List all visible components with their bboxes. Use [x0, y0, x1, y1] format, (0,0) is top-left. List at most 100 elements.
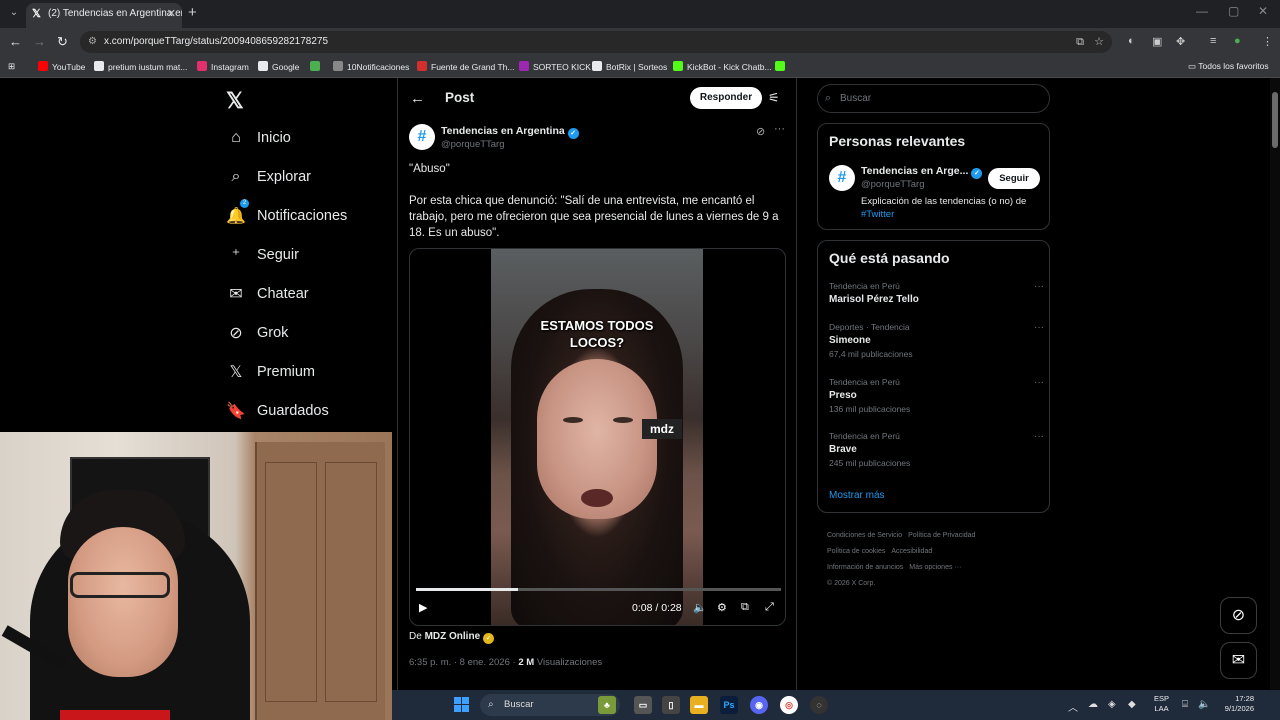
trend-more-icon[interactable]: ···	[1034, 322, 1044, 333]
bookmark-item[interactable]: BotRix | Sorteos	[592, 61, 667, 72]
bookmark-item[interactable]	[775, 61, 789, 72]
footer-link[interactable]: Política de Privacidad	[908, 532, 975, 539]
footer-link[interactable]: Más opciones ···	[909, 564, 961, 571]
photoshop-icon[interactable]: Ps	[720, 696, 738, 714]
relevant-name[interactable]: Tendencias en Arge... ✓	[861, 165, 983, 179]
bookmark-item[interactable]: Google	[258, 61, 299, 72]
reply-button[interactable]: Responder	[690, 87, 762, 109]
task-view-icon[interactable]: ▭	[634, 696, 652, 714]
url-bar[interactable]: ⚙ x.com/porqueTTarg/status/2009408659282…	[80, 31, 1112, 53]
file-explorer-icon[interactable]: ▬	[690, 696, 708, 714]
follow-button[interactable]: Seguir	[988, 168, 1040, 189]
app-2-icon[interactable]: ◌	[810, 696, 828, 714]
grok-icon[interactable]: ⊘	[756, 125, 765, 138]
tab-close-icon[interactable]: ✕	[167, 3, 176, 25]
windows-start-icon[interactable]	[454, 697, 469, 712]
trend-item[interactable]: Tendencia en Perú Marisol Pérez Tello ···	[829, 281, 1044, 308]
author-handle[interactable]: @porqueTTarg	[441, 139, 505, 150]
search-input[interactable]: ⌕ Buscar	[817, 84, 1050, 113]
play-icon[interactable]: ▶	[419, 601, 427, 614]
nav-item-inicio[interactable]: ⌂ Inicio	[226, 124, 291, 152]
author-avatar[interactable]: #	[409, 124, 435, 150]
site-info-icon[interactable]: ⚙	[88, 31, 97, 53]
install-icon[interactable]: ⧉	[1076, 31, 1084, 53]
nav-item-premium[interactable]: 𝕏 Premium	[226, 358, 315, 386]
network-icon[interactable]: ⌸	[1182, 699, 1188, 710]
settings-sliders-icon[interactable]: ⚟	[768, 90, 780, 106]
hashtag-link[interactable]: #Twitter	[861, 209, 894, 220]
maximize-icon[interactable]: ▢	[1228, 4, 1239, 18]
app-icon[interactable]: ▯	[662, 696, 680, 714]
apps-grid-icon[interactable]: ⊞	[8, 61, 15, 72]
bookmark-star-icon[interactable]: ☆	[1094, 31, 1104, 53]
video-progress-bar[interactable]	[416, 588, 781, 591]
media-icon[interactable]: ≡	[1210, 35, 1216, 47]
nav-item-explorar[interactable]: ⌕ Explorar	[226, 163, 311, 191]
fullscreen-icon[interactable]: ⤢	[765, 601, 774, 614]
nav-item-grok[interactable]: ⊘ Grok	[226, 319, 288, 347]
nav-item-notificaciones[interactable]: 🔔 2 Notificaciones	[226, 199, 347, 230]
all-bookmarks-folder[interactable]: ▭ Todos los favoritos	[1188, 61, 1269, 72]
trend-more-icon[interactable]: ···	[1034, 281, 1044, 292]
relevant-avatar[interactable]: #	[829, 165, 855, 191]
nav-item-seguir[interactable]: ⁺ Seguir	[226, 241, 299, 269]
bookmark-item[interactable]: KickBot - Kick Chatb...	[673, 61, 772, 72]
nav-item-chatear[interactable]: ✉ Chatear	[226, 280, 308, 308]
browser-tab[interactable]: 𝕏 (2) Tendencias en Argentina en X ✕	[26, 3, 182, 28]
taskbar-clock[interactable]: 17:28 9/1/2026	[1218, 694, 1254, 714]
bookmark-item[interactable]: Fuente de Grand Th...	[417, 61, 514, 72]
page-scrollbar[interactable]	[1270, 78, 1280, 690]
footer-link[interactable]: Accesibilidad	[891, 548, 932, 555]
bookmark-item[interactable]	[310, 61, 324, 72]
extensions-puzzle-icon[interactable]: ✥	[1176, 35, 1185, 48]
trend-more-icon[interactable]: ···	[1034, 431, 1044, 442]
bookmark-item[interactable]: SORTEO KICK	[519, 61, 591, 72]
tab-list-chevron-icon[interactable]: ⌄	[6, 5, 22, 21]
back-arrow-icon[interactable]: ←	[410, 90, 425, 107]
more-options-icon[interactable]: ···	[774, 123, 785, 135]
footer-link[interactable]: Condiciones de Servicio	[827, 532, 902, 539]
menu-icon[interactable]: ⋮	[1262, 35, 1273, 48]
trend-item[interactable]: Tendencia en Perú Brave 245 mil publicacio…	[829, 431, 1044, 468]
language-indicator[interactable]: ESP LAA	[1154, 694, 1169, 714]
volume-tray-icon[interactable]: 🔈	[1198, 699, 1210, 710]
bookmark-item[interactable]: 10Notificaciones	[333, 61, 409, 72]
messages-fab-icon[interactable]: ✉	[1220, 642, 1257, 679]
trend-item[interactable]: Deportes · Tendencia Simeone 67,4 mil publ…	[829, 322, 1044, 359]
video-player[interactable]: ESTAMOS TODOS LOCOS? mdz ▶ 0:08 / 0:28 🔈…	[409, 248, 786, 626]
footer-link[interactable]: © 2026 X Corp.	[827, 580, 875, 587]
chrome-icon[interactable]: ◎	[780, 696, 798, 714]
back-icon[interactable]: ←	[9, 34, 22, 49]
trend-more-icon[interactable]: ···	[1034, 377, 1044, 388]
bookmark-item[interactable]: Instagram	[197, 61, 249, 72]
profile-avatar[interactable]: ●	[1234, 35, 1241, 47]
discord-icon[interactable]: ◉	[750, 696, 768, 714]
scrollbar-thumb[interactable]	[1272, 92, 1278, 148]
post-timestamp[interactable]: 6:35 p. m. · 8 ene. 2026 ·	[409, 657, 516, 668]
close-window-icon[interactable]: ✕	[1258, 4, 1268, 18]
video-settings-icon[interactable]: ⚙	[717, 601, 727, 614]
tray-app-2-icon[interactable]: ◈	[1108, 699, 1116, 710]
new-tab-icon[interactable]: +	[188, 4, 197, 21]
tray-app-3-icon[interactable]: ◆	[1128, 699, 1136, 710]
footer-link[interactable]: Información de anuncios	[827, 564, 903, 571]
footer-link[interactable]: Política de cookies	[827, 548, 885, 555]
minimize-icon[interactable]: —	[1196, 4, 1208, 18]
trend-item[interactable]: Tendencia en Perú Preso 136 mil publicacio…	[829, 377, 1044, 414]
bookmark-item[interactable]: YouTube	[38, 61, 85, 72]
volume-icon[interactable]: 🔈	[693, 601, 707, 614]
extension-icon[interactable]: ◐	[1128, 35, 1135, 47]
from-source-link[interactable]: MDZ Online	[425, 631, 481, 642]
tray-app-icon[interactable]: ☁	[1088, 699, 1098, 710]
relevant-handle[interactable]: @porqueTTarg	[861, 179, 925, 190]
show-more-link[interactable]: Mostrar más	[829, 490, 885, 501]
x-logo-icon[interactable]: 𝕏	[226, 88, 244, 114]
extension-2-icon[interactable]: ▣	[1152, 35, 1162, 48]
forward-icon[interactable]: →	[33, 34, 46, 49]
tray-chevron-icon[interactable]: ︿	[1068, 699, 1078, 714]
author-name[interactable]: Tendencias en Argentina ✓	[441, 125, 579, 139]
pip-icon[interactable]: ⧉	[741, 601, 749, 614]
nav-item-guardados[interactable]: 🔖 Guardados	[226, 397, 329, 425]
grok-fab-icon[interactable]: ⊘	[1220, 597, 1257, 634]
reload-icon[interactable]: ↻	[57, 34, 68, 50]
